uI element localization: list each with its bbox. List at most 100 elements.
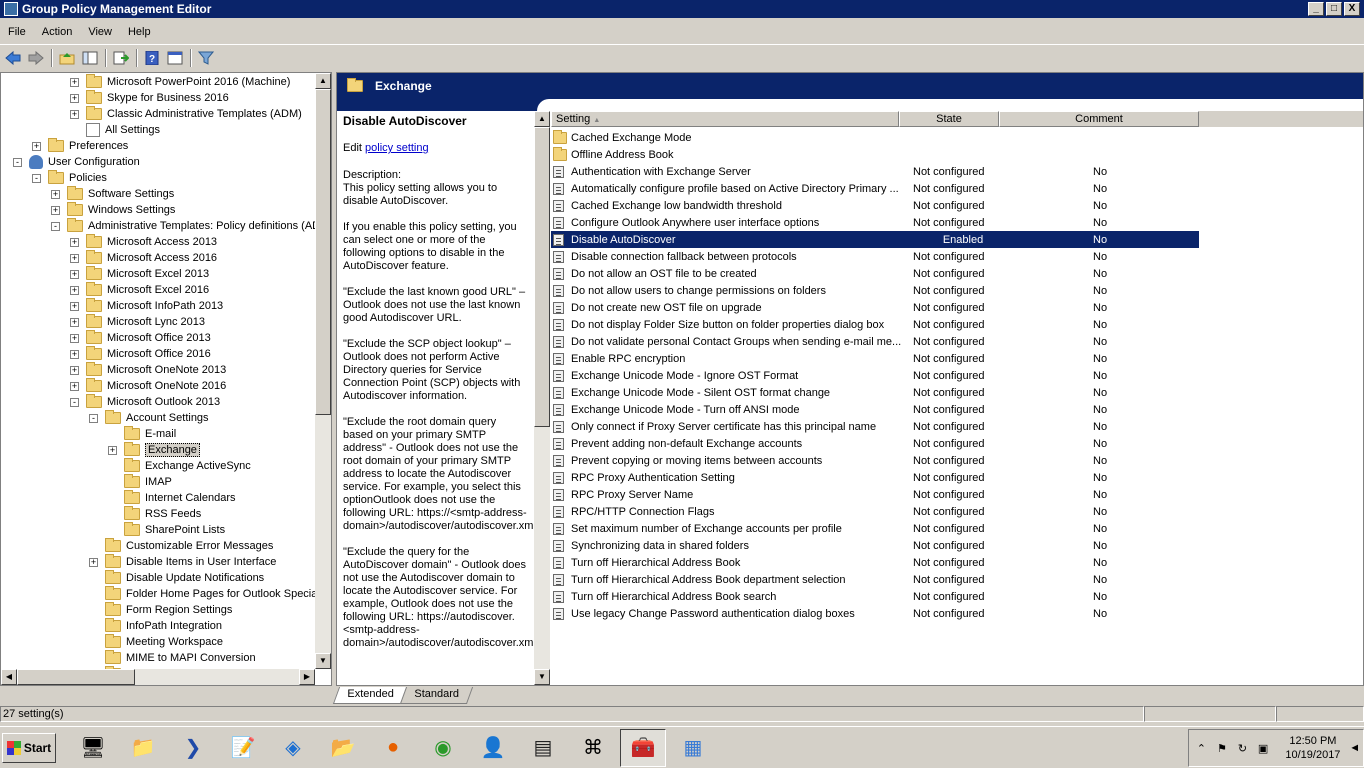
tab-extended[interactable]: Extended bbox=[332, 687, 408, 704]
tree-node[interactable]: - Microsoft Outlook 2013 bbox=[70, 394, 220, 410]
show-hidden-icons-icon[interactable]: ⌃ bbox=[1193, 742, 1210, 755]
column-header-comment[interactable]: Comment bbox=[999, 111, 1199, 127]
tree-node[interactable]: Internet Calendars bbox=[108, 490, 236, 506]
policy-row[interactable]: Do not allow an OST file to be created No… bbox=[551, 265, 1199, 282]
policy-row[interactable]: Prevent copying or moving items between … bbox=[551, 452, 1199, 469]
clock[interactable]: 12:50 PM 10/19/2017 bbox=[1285, 734, 1340, 762]
expand-icon[interactable]: + bbox=[70, 109, 79, 119]
tree-node[interactable]: + Disable Items in User Interface bbox=[89, 554, 276, 570]
menu-file[interactable]: File bbox=[0, 26, 34, 38]
tree-node[interactable]: + Microsoft PowerPoint 2016 (Machine) bbox=[70, 74, 290, 90]
policy-row[interactable]: Disable connection fallback between prot… bbox=[551, 248, 1199, 265]
tree-node[interactable]: + Microsoft Excel 2013 bbox=[70, 266, 209, 282]
collapse-icon[interactable]: - bbox=[32, 173, 41, 183]
speaker-icon[interactable]: ◄ bbox=[1346, 742, 1363, 754]
policy-row[interactable]: Prevent adding non-default Exchange acco… bbox=[551, 435, 1199, 452]
export-list-icon[interactable] bbox=[110, 47, 132, 69]
policy-row[interactable]: Disable AutoDiscover Enabled No bbox=[551, 231, 1199, 248]
policy-row[interactable]: Turn off Hierarchical Address Book depar… bbox=[551, 571, 1199, 588]
menu-action[interactable]: Action bbox=[34, 26, 81, 38]
policy-row[interactable]: Set maximum number of Exchange accounts … bbox=[551, 520, 1199, 537]
list-folder-row[interactable]: Offline Address Book bbox=[551, 146, 1199, 163]
up-folder-icon[interactable] bbox=[56, 47, 78, 69]
policy-row[interactable]: Configure Outlook Anywhere user interfac… bbox=[551, 214, 1199, 231]
expand-icon[interactable]: + bbox=[70, 317, 79, 327]
policy-row[interactable]: Synchronizing data in shared folders Not … bbox=[551, 537, 1199, 554]
tree-node[interactable]: All Settings bbox=[70, 122, 160, 138]
scroll-down-arrow-icon[interactable]: ▼ bbox=[534, 669, 550, 685]
column-header-state[interactable]: State bbox=[899, 111, 999, 127]
tree-node[interactable]: + Exchange bbox=[108, 442, 200, 458]
expand-icon[interactable]: + bbox=[70, 301, 79, 311]
tree-node[interactable]: + Software Settings bbox=[51, 186, 174, 202]
tree-node[interactable]: + Microsoft Lync 2013 bbox=[70, 314, 205, 330]
tree-node[interactable]: + Skype for Business 2016 bbox=[70, 90, 229, 106]
tree-node[interactable]: Folder Home Pages for Outlook Special F bbox=[89, 586, 330, 602]
policy-row[interactable]: Exchange Unicode Mode - Turn off ANSI mo… bbox=[551, 401, 1199, 418]
tree-node[interactable]: MIME to MAPI Conversion bbox=[89, 650, 256, 666]
tree-node[interactable]: + Microsoft Excel 2016 bbox=[70, 282, 209, 298]
tree-node[interactable]: - Administrative Templates: Policy defini… bbox=[51, 218, 329, 234]
expand-icon[interactable]: + bbox=[70, 269, 79, 279]
collapse-icon[interactable]: - bbox=[51, 221, 60, 231]
scroll-up-arrow-icon[interactable]: ▲ bbox=[534, 111, 550, 127]
tree-node[interactable]: + Microsoft Office 2016 bbox=[70, 346, 211, 362]
policy-row[interactable]: Use legacy Change Password authenticatio… bbox=[551, 605, 1199, 622]
tree-node[interactable]: - Policies bbox=[32, 170, 107, 186]
list-folder-row[interactable]: Cached Exchange Mode bbox=[551, 129, 1199, 146]
expand-icon[interactable]: + bbox=[108, 445, 117, 455]
forward-arrow-icon[interactable] bbox=[25, 47, 47, 69]
expand-icon[interactable]: + bbox=[70, 93, 79, 103]
server-manager-icon[interactable]: 🖥 bbox=[70, 729, 116, 767]
tree-node[interactable]: Customizable Error Messages bbox=[89, 538, 273, 554]
policy-row[interactable]: RPC Proxy Authentication Setting Not conf… bbox=[551, 469, 1199, 486]
scroll-thumb[interactable] bbox=[315, 89, 331, 415]
filter-icon[interactable] bbox=[195, 47, 217, 69]
policy-row[interactable]: Do not display Folder Size button on fol… bbox=[551, 316, 1199, 333]
tab-standard[interactable]: Standard bbox=[400, 687, 474, 704]
tree-node[interactable]: + Preferences bbox=[32, 138, 128, 154]
menu-help[interactable]: Help bbox=[120, 26, 159, 38]
expand-icon[interactable]: + bbox=[70, 237, 79, 247]
cmd-icon[interactable]: ▤ bbox=[520, 729, 566, 767]
action-center-icon[interactable]: ⚑ bbox=[1214, 742, 1231, 755]
collapse-icon[interactable]: - bbox=[89, 413, 98, 423]
tree-node[interactable]: + Classic Administrative Templates (ADM) bbox=[70, 106, 302, 122]
settings-list[interactable]: Setting ▲ State Comment Cached Exchange … bbox=[551, 111, 1363, 685]
collapse-icon[interactable]: - bbox=[70, 397, 79, 407]
chrome-icon[interactable]: ◉ bbox=[420, 729, 466, 767]
tree-node[interactable]: + Microsoft Office 2013 bbox=[70, 330, 211, 346]
policy-setting-link[interactable]: policy setting bbox=[365, 142, 429, 154]
back-arrow-icon[interactable] bbox=[2, 47, 24, 69]
tree-node[interactable]: + Microsoft Access 2013 bbox=[70, 234, 217, 250]
show-hide-tree-icon[interactable] bbox=[79, 47, 101, 69]
policy-row[interactable]: Do not create new OST file on upgrade Not… bbox=[551, 299, 1199, 316]
tree-node[interactable]: RSS Feeds bbox=[108, 506, 201, 522]
expand-icon[interactable]: + bbox=[51, 205, 60, 215]
policy-row[interactable]: Do not validate personal Contact Groups … bbox=[551, 333, 1199, 350]
expand-icon[interactable]: + bbox=[32, 141, 41, 151]
network-icon[interactable]: ▣ bbox=[1255, 742, 1272, 755]
close-button[interactable]: X bbox=[1344, 2, 1360, 16]
maximize-button[interactable]: □ bbox=[1326, 2, 1342, 16]
policy-row[interactable]: Enable RPC encryption Not configured No bbox=[551, 350, 1199, 367]
policy-row[interactable]: Cached Exchange low bandwidth threshold N… bbox=[551, 197, 1199, 214]
remote-desktop-icon[interactable]: ▦ bbox=[670, 729, 716, 767]
tree-node[interactable]: Disable Update Notifications bbox=[89, 570, 264, 586]
scroll-down-arrow-icon[interactable]: ▼ bbox=[315, 653, 331, 669]
tree-node[interactable]: Form Region Settings bbox=[89, 602, 232, 618]
powershell-icon[interactable]: ❯ bbox=[170, 729, 216, 767]
properties-icon[interactable] bbox=[164, 47, 186, 69]
tree-node[interactable]: - Account Settings bbox=[89, 410, 209, 426]
start-button[interactable]: Start bbox=[2, 732, 56, 763]
expand-icon[interactable]: + bbox=[70, 333, 79, 343]
expand-icon[interactable]: + bbox=[70, 349, 79, 359]
tree-horizontal-scrollbar[interactable]: ◀ ▶ bbox=[1, 669, 315, 685]
tree-node[interactable]: IMAP bbox=[108, 474, 172, 490]
tree-node[interactable]: + Microsoft Access 2016 bbox=[70, 250, 217, 266]
tree-node[interactable]: - User Configuration bbox=[13, 154, 140, 170]
help-icon[interactable]: ? bbox=[141, 47, 163, 69]
column-header-setting[interactable]: Setting ▲ bbox=[551, 111, 899, 127]
policy-row[interactable]: RPC Proxy Server Name Not configured No bbox=[551, 486, 1199, 503]
update-icon[interactable]: ↻ bbox=[1234, 742, 1251, 755]
